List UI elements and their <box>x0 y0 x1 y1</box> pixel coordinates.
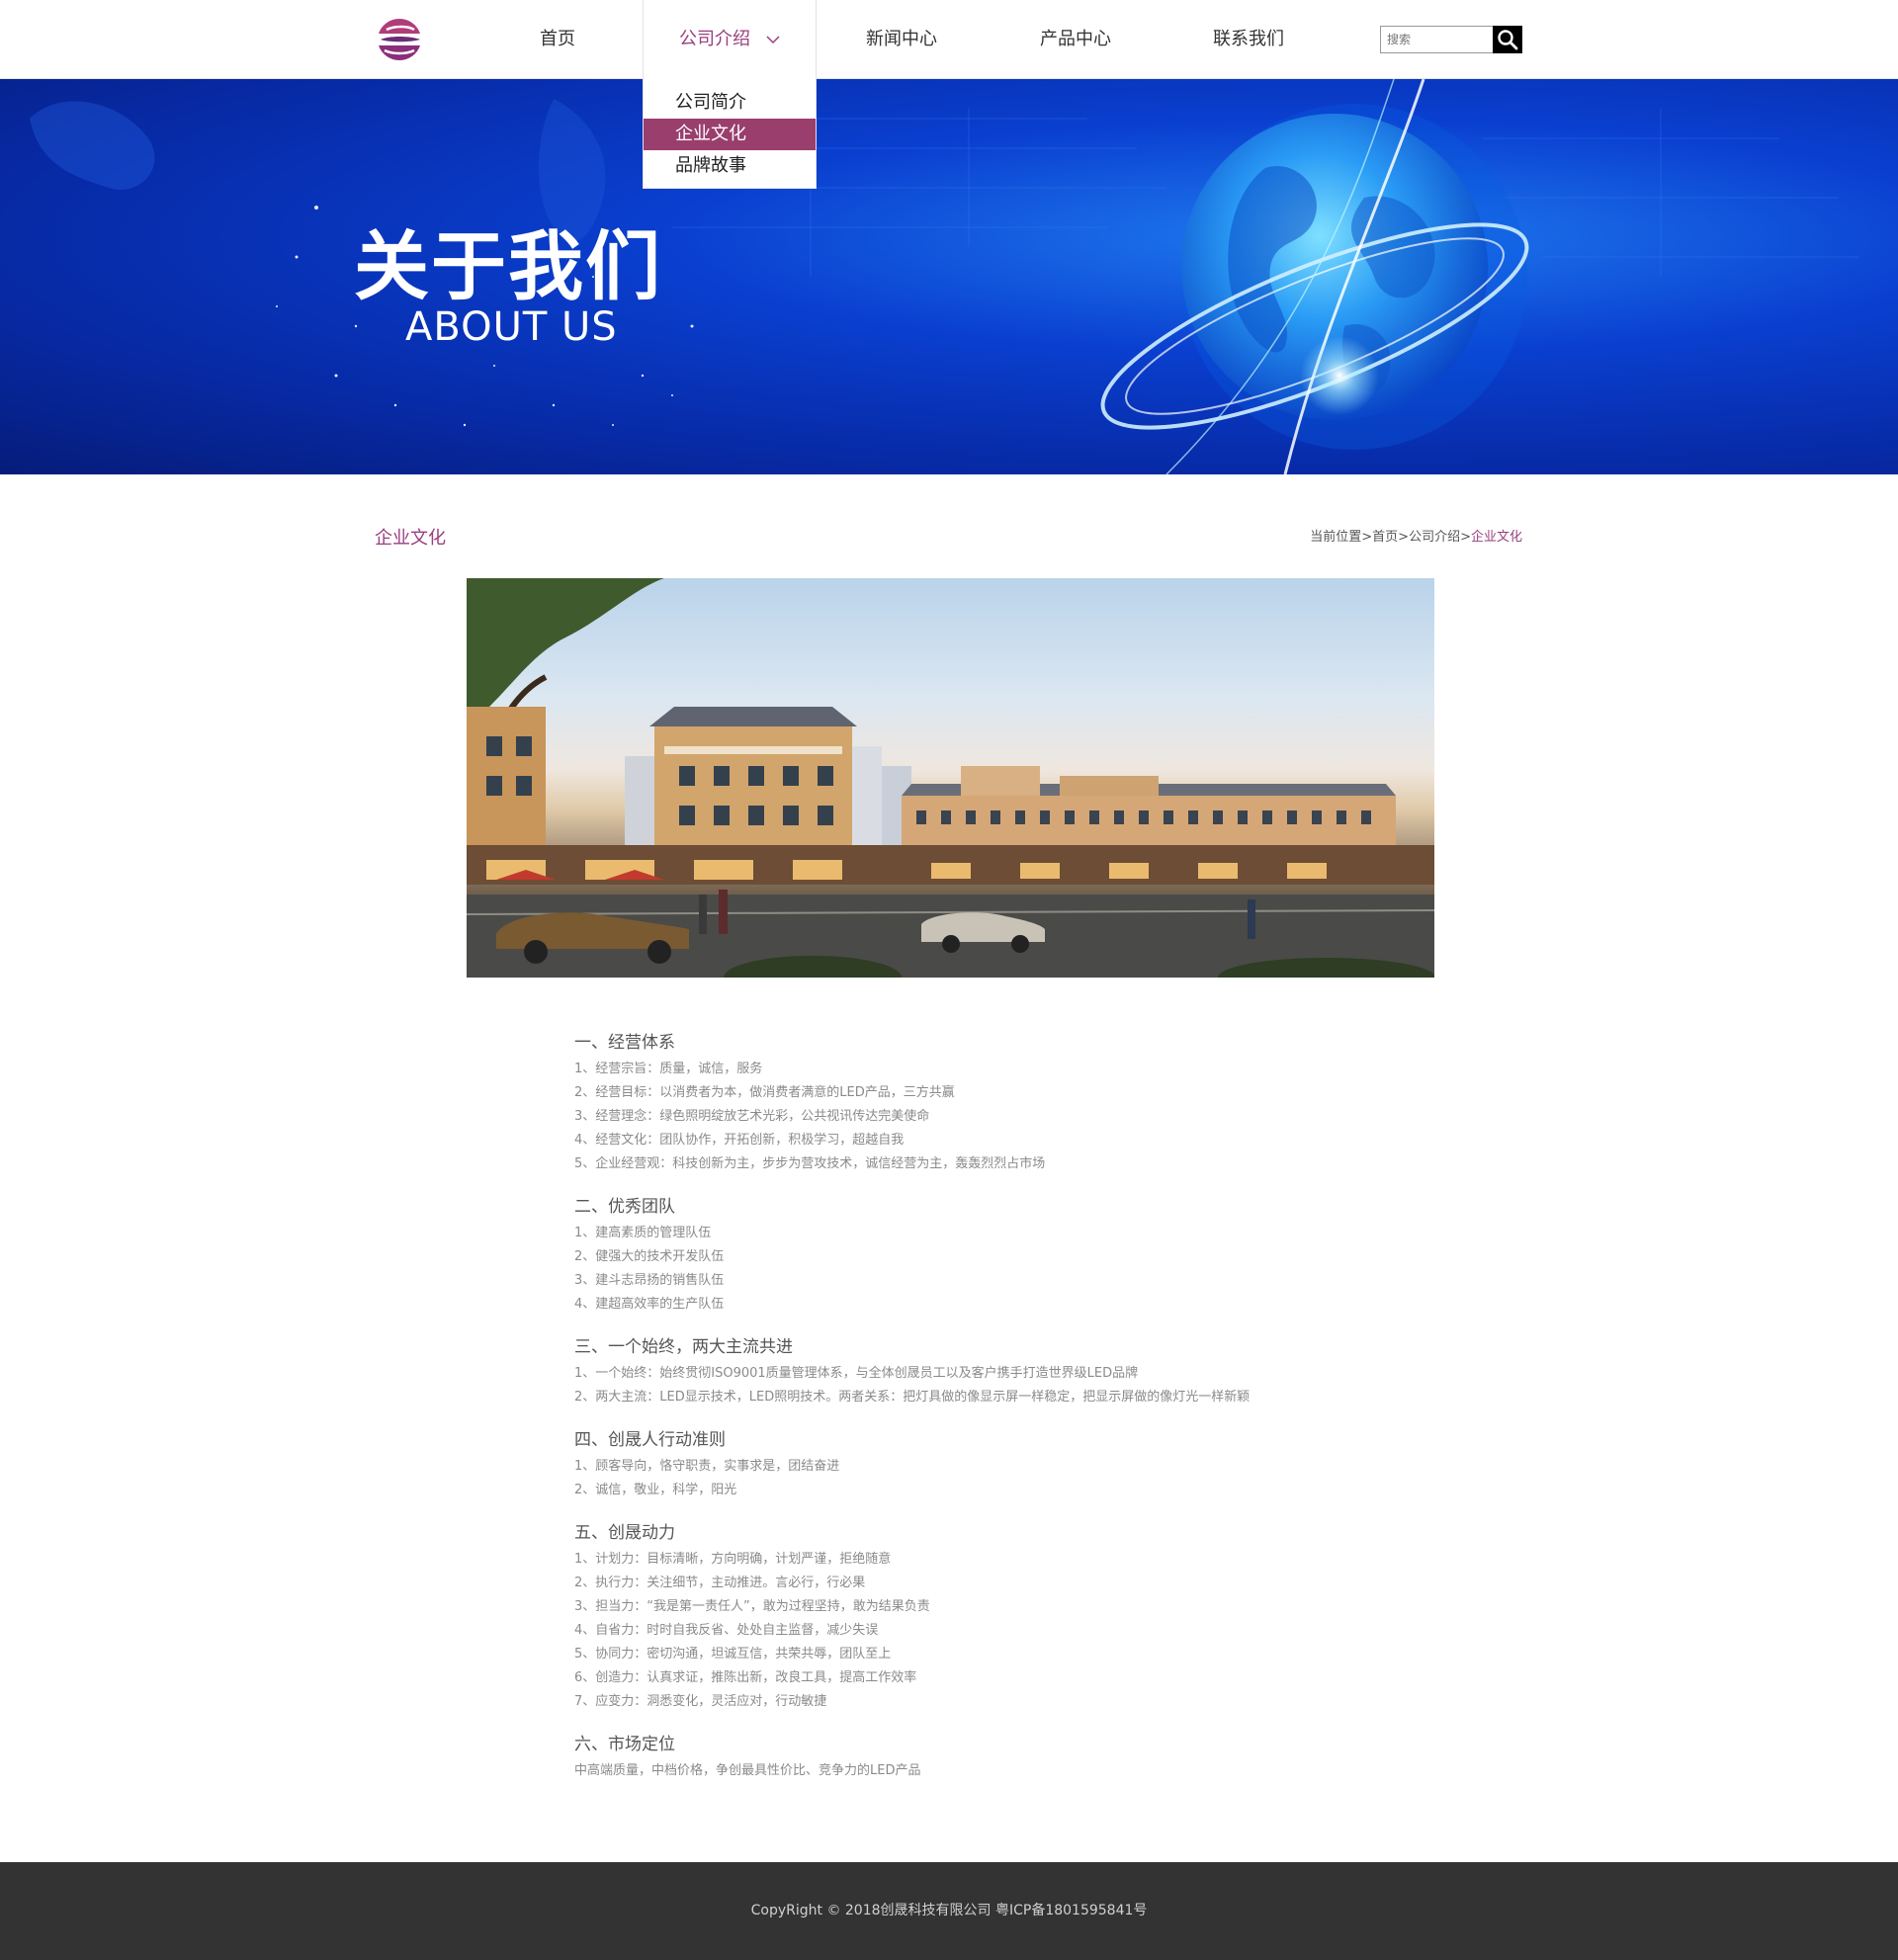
block-line: 1、经营宗旨：质量，诚信，服务 <box>574 1062 763 1076</box>
banner-title: 关于我们 <box>354 222 662 310</box>
search-button[interactable] <box>1493 26 1522 53</box>
nav-news[interactable]: 新闻中心 <box>838 0 965 79</box>
block-heading: 三、一个始终，两大主流共进 <box>574 1337 793 1357</box>
site-footer: CopyRight © 2018创晟科技有限公司 粤ICP备1801595841… <box>0 1862 1898 1960</box>
block-line: 6、创造力：认真求证，推陈出新，改良工具，提高工作效率 <box>574 1670 917 1685</box>
banner-subtitle: ABOUT US <box>405 304 618 350</box>
block-heading: 四、创晟人行动准则 <box>574 1430 726 1450</box>
brand-logo-icon[interactable] <box>375 16 424 63</box>
article-content: 一、经营体系 1、经营宗旨：质量，诚信，服务 2、经营目标：以消费者为本，做消费… <box>574 1028 1365 1799</box>
breadcrumb-home-link[interactable]: 首页 <box>1372 530 1398 545</box>
nav-products[interactable]: 产品中心 <box>1012 0 1139 79</box>
block-heading: 一、经营体系 <box>574 1033 675 1053</box>
breadcrumb: 当前位置>首页>公司介绍>企业文化 <box>1310 526 1522 545</box>
block-heading: 二、优秀团队 <box>574 1197 675 1217</box>
block-line: 中高端质量，中档价格，争创最具性价比、竞争力的LED产品 <box>574 1763 921 1778</box>
section-title: 企业文化 <box>375 528 446 549</box>
content-block-management: 一、经营体系 1、经营宗旨：质量，诚信，服务 2、经营目标：以消费者为本，做消费… <box>574 1028 1365 1176</box>
breadcrumb-separator: > <box>1460 530 1471 545</box>
block-line: 5、企业经营观：科技创新为主，步步为营攻技术，诚信经营为主，轰轰烈烈占市场 <box>574 1156 1046 1171</box>
block-line: 5、协同力：密切沟通，坦诚互信，共荣共辱，团队至上 <box>574 1647 892 1662</box>
block-line: 1、一个始终：始终贯彻ISO9001质量管理体系，与全体创晟员工以及客户携手打造… <box>574 1366 1139 1381</box>
block-heading: 五、创晟动力 <box>574 1523 675 1543</box>
block-line: 2、经营目标：以消费者为本，做消费者满意的LED产品，三方共赢 <box>574 1085 955 1100</box>
search-box <box>1380 26 1522 53</box>
dropdown-item-brand-story[interactable]: 品牌故事 <box>644 150 816 182</box>
block-line: 2、诚信，敬业，科学，阳光 <box>574 1483 737 1497</box>
search-input[interactable] <box>1380 26 1493 53</box>
nav-products-label: 产品中心 <box>1040 29 1111 49</box>
block-line: 4、经营文化：团队协作，开拓创新，积极学习，超越自我 <box>574 1133 905 1148</box>
nav-news-label: 新闻中心 <box>866 29 937 49</box>
dropdown-item-label: 品牌故事 <box>675 155 746 176</box>
content-block-code-of-conduct: 四、创晟人行动准则 1、顾客导向，恪守职责，实事求是，团结奋进 2、诚信，敬业，… <box>574 1425 1365 1502</box>
nav-contact-label: 联系我们 <box>1213 29 1284 49</box>
banner-background-graphic <box>30 79 1858 474</box>
nav-company-intro[interactable]: 公司介绍 <box>643 0 817 80</box>
copyright-text: CopyRight © 2018创晟科技有限公司 粤ICP备1801595841… <box>750 1903 1148 1918</box>
building-illustration <box>467 578 1434 978</box>
block-line: 4、建超高效率的生产队伍 <box>574 1297 725 1312</box>
search-icon <box>1498 30 1518 50</box>
company-intro-dropdown: 公司简介 企业文化 品牌故事 <box>643 79 817 189</box>
breadcrumb-parent-link[interactable]: 公司介绍 <box>1409 530 1460 545</box>
block-line: 2、两大主流：LED显示技术，LED照明技术。两者关系：把灯具做的像显示屏一样稳… <box>574 1390 1251 1405</box>
breadcrumb-separator: > <box>1398 530 1410 545</box>
site-header: 首页 公司介绍 新闻中心 产品中心 联系我们 <box>0 0 1898 80</box>
breadcrumb-prefix: 当前位置 <box>1310 530 1362 545</box>
block-line: 3、经营理念：绿色照明绽放艺术光彩，公共视讯传达完美使命 <box>574 1109 930 1124</box>
dropdown-item-corporate-culture[interactable]: 企业文化 <box>644 119 816 150</box>
nav-home-label: 首页 <box>540 29 575 49</box>
dropdown-item-label: 公司简介 <box>675 92 746 113</box>
block-line: 2、健强大的技术开发队伍 <box>574 1249 725 1264</box>
dropdown-item-company-profile[interactable]: 公司简介 <box>644 87 816 119</box>
breadcrumb-current: 企业文化 <box>1470 530 1522 545</box>
breadcrumb-separator: > <box>1361 530 1373 545</box>
block-line: 7、应变力：洞悉变化，灵活应对，行动敏捷 <box>574 1694 827 1709</box>
content-block-drive: 五、创晟动力 1、计划力：目标清晰，方向明确，计划严谨，拒绝随意 2、执行力：关… <box>574 1518 1365 1714</box>
nav-company-intro-label: 公司介绍 <box>679 29 750 49</box>
nav-contact[interactable]: 联系我们 <box>1185 0 1312 79</box>
block-line: 1、计划力：目标清晰，方向明确，计划严谨，拒绝随意 <box>574 1552 892 1567</box>
chevron-down-icon <box>766 0 780 79</box>
block-heading: 六、市场定位 <box>574 1735 675 1754</box>
block-line: 3、担当力：“我是第一责任人”，敢为过程坚持，敢为结果负责 <box>574 1599 930 1614</box>
hero-banner: 关于我们 ABOUT US <box>0 79 1898 474</box>
block-line: 1、建高素质的管理队伍 <box>574 1226 712 1240</box>
block-line: 2、执行力：关注细节，主动推进。言必行，行必果 <box>574 1576 866 1590</box>
content-block-mainstreams: 三、一个始终，两大主流共进 1、一个始终：始终贯彻ISO9001质量管理体系，与… <box>574 1332 1365 1409</box>
content-block-team: 二、优秀团队 1、建高素质的管理队伍 2、健强大的技术开发队伍 3、建斗志昂扬的… <box>574 1192 1365 1317</box>
block-line: 3、建斗志昂扬的销售队伍 <box>574 1273 725 1288</box>
block-line: 1、顾客导向，恪守职责，实事求是，团结奋进 <box>574 1459 840 1474</box>
building-photo <box>467 578 1434 978</box>
content-block-market-positioning: 六、市场定位 中高端质量，中档价格，争创最具性价比、竞争力的LED产品 <box>574 1730 1365 1783</box>
block-line: 4、自省力：时时自我反省、处处自主监督，减少失误 <box>574 1623 879 1638</box>
dropdown-item-label: 企业文化 <box>675 124 746 144</box>
nav-home[interactable]: 首页 <box>494 0 621 79</box>
